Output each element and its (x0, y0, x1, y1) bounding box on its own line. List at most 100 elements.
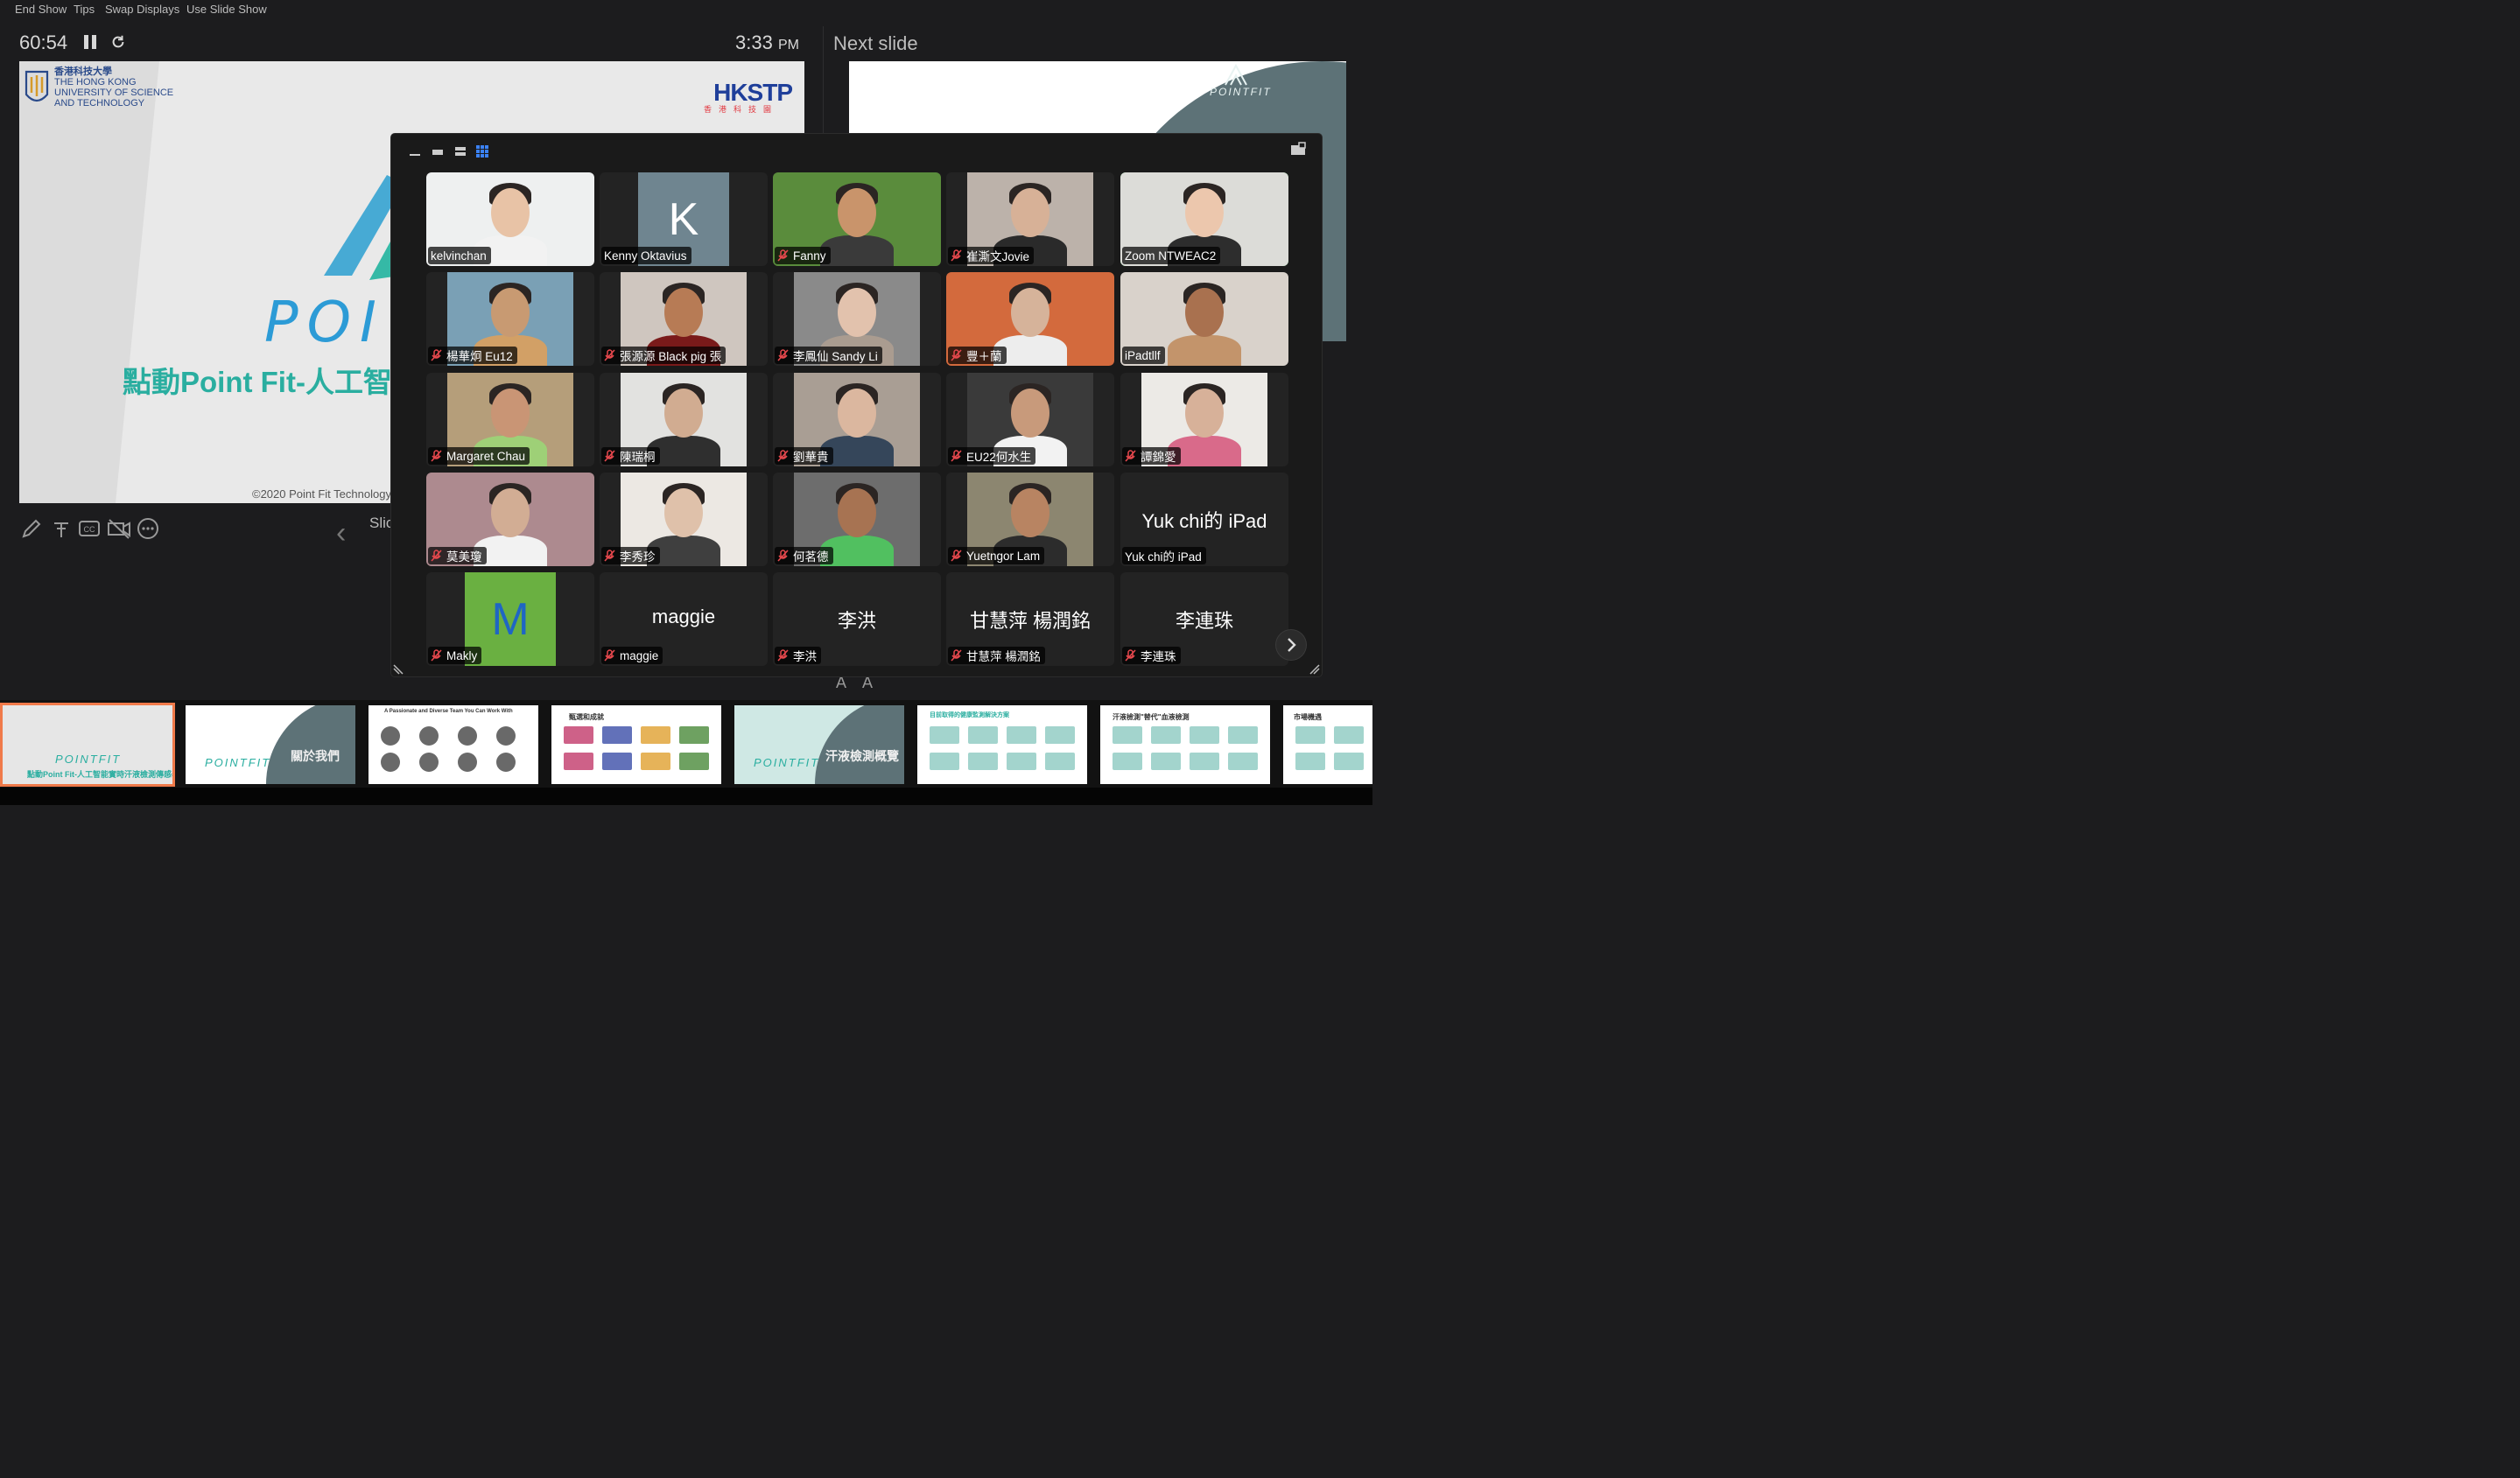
participant-name-tag: 劉華貴 (775, 447, 833, 465)
exit-fullscreen-icon[interactable] (1290, 142, 1306, 156)
bottom-bar (0, 788, 1372, 805)
participant-tile[interactable]: 李鳳仙 Sandy Li (773, 272, 941, 366)
svg-text:CC: CC (84, 525, 95, 534)
participant-name: maggie (620, 648, 659, 662)
participant-name: Makly (446, 648, 478, 662)
muted-mic-icon (431, 349, 442, 361)
participant-name-tag: 李秀珍 (601, 547, 660, 564)
muted-mic-icon (951, 550, 962, 562)
participant-display-name: maggie (651, 606, 716, 627)
participant-name-tag: Fanny (775, 247, 831, 264)
participant-tile[interactable]: 李連珠 李連珠 (1120, 572, 1288, 666)
resize-handle-icon[interactable] (1309, 664, 1320, 675)
participant-name: 譚錦愛 (1141, 451, 1176, 464)
participant-tile[interactable]: 譚錦愛 (1120, 373, 1288, 466)
laser-pointer-icon[interactable] (49, 516, 74, 541)
participant-tile[interactable]: Yuetngor Lam (946, 473, 1114, 566)
thumbnail-content-block (930, 753, 959, 770)
captions-icon[interactable]: CC (77, 516, 102, 541)
gallery-view-icon[interactable] (476, 145, 488, 158)
participant-tile[interactable]: 李洪 李洪 (773, 572, 941, 666)
participant-tile[interactable]: EU22何水生 (946, 373, 1114, 466)
speaker-view-icon[interactable] (454, 145, 467, 158)
thumbnail-content-block (1228, 726, 1258, 744)
thumbnail-title: 市場機遇 (1294, 713, 1322, 721)
pen-icon[interactable] (19, 516, 44, 541)
slide-thumbnail[interactable]: 市場機遇 (1283, 705, 1372, 784)
participant-tile[interactable]: Margaret Chau (426, 373, 594, 466)
participant-tile[interactable]: maggie maggie (600, 572, 768, 666)
thumbnail-content-block (381, 726, 400, 746)
participant-tile[interactable]: 李秀珍 (600, 473, 768, 566)
camera-off-icon[interactable] (107, 516, 131, 541)
participant-tile[interactable]: iPadtllf (1120, 272, 1288, 366)
participant-name: 甘慧萍 楊潤銘 (966, 650, 1041, 663)
use-slide-show-menu[interactable]: Use Slide Show (186, 3, 267, 16)
participant-tile[interactable]: M Makly (426, 572, 594, 666)
thumbnail-content-block (1334, 726, 1364, 744)
participant-tile[interactable]: 豐＋蘭 (946, 272, 1114, 366)
participant-tile[interactable]: Fanny (773, 172, 941, 266)
participant-name-tag: Yuk chi的 iPad (1122, 547, 1206, 564)
participant-name-tag: 楊華炯 Eu12 (428, 347, 517, 364)
hkust-name-en-2: UNIVERSITY OF SCIENCE (54, 88, 174, 98)
clock-ampm: PM (777, 38, 799, 53)
tips-menu[interactable]: Tips (74, 3, 95, 16)
participant-tile[interactable]: K Kenny Oktavius (600, 172, 768, 266)
participant-tile[interactable]: 劉華貴 (773, 373, 941, 466)
participant-tile[interactable]: kelvinchan (426, 172, 594, 266)
participant-tile[interactable]: 張源源 Black pig 張 (600, 272, 768, 366)
participant-face (491, 488, 530, 537)
pause-icon[interactable] (84, 35, 96, 49)
participant-tile[interactable]: Yuk chi的 iPad Yuk chi的 iPad (1120, 473, 1288, 566)
participant-display-name: 李洪 (837, 610, 876, 632)
participant-tile[interactable]: Zoom NTWEAC2 (1120, 172, 1288, 266)
elapsed-timer: 60:54 (19, 32, 68, 53)
reset-timer-icon[interactable] (110, 34, 126, 50)
next-page-button[interactable] (1276, 630, 1306, 660)
slide-thumbnail[interactable]: 汗液檢測"替代"血液檢測 (1100, 705, 1270, 784)
thumbnail-content-block (1007, 726, 1036, 744)
resize-handle-icon[interactable] (393, 664, 404, 675)
swap-displays-menu[interactable]: Swap Displays (105, 3, 179, 16)
slide-thumbnail[interactable]: 目前取得的健康監測解決方案 (917, 705, 1087, 784)
speaker-strip-view-icon[interactable] (432, 145, 444, 158)
participant-face (1185, 188, 1224, 237)
participant-display-name: 李連珠 (1175, 610, 1233, 632)
slide-thumbnail[interactable]: POINTFIT 點動Point Fit-人工智能實時汗液檢測傳感器 (3, 705, 172, 784)
more-options-icon[interactable] (136, 516, 160, 541)
slide-thumbnail[interactable]: A Passionate and Diverse Team You Can Wo… (369, 705, 538, 784)
participant-face (1011, 488, 1049, 537)
minimize-view-icon[interactable] (409, 145, 421, 158)
participant-tile[interactable]: 莫美瓊 (426, 473, 594, 566)
participant-name-tag: Yuetngor Lam (948, 547, 1045, 564)
participant-name: 崔澌文Jovie (966, 250, 1030, 263)
slide-thumbnail[interactable]: POINTFIT 汗液檢測概覽 (734, 705, 904, 784)
previous-slide-icon[interactable]: ‹ (336, 516, 346, 550)
participant-name: 李秀珍 (620, 550, 656, 564)
muted-mic-icon (431, 550, 442, 562)
participant-name-tag: 豐＋蘭 (948, 347, 1007, 364)
participant-tile[interactable]: 陳瑞桐 (600, 373, 768, 466)
font-larger-icon[interactable]: Â (836, 674, 846, 692)
muted-mic-icon (777, 649, 789, 662)
participant-name: kelvinchan (431, 249, 487, 263)
participant-tile[interactable]: 楊華炯 Eu12 (426, 272, 594, 366)
slide-thumbnail[interactable]: POINTFIT 關於我們 (186, 705, 355, 784)
thumbnail-content-block (564, 753, 593, 770)
participant-name: Yuetngor Lam (966, 549, 1041, 563)
participant-name: 劉華貴 (793, 451, 829, 464)
participant-name: 莫美瓊 (446, 550, 482, 564)
participant-tile[interactable]: 何茗德 (773, 473, 941, 566)
participant-face (491, 389, 530, 438)
participant-tile[interactable]: 甘慧萍 楊潤銘 甘慧萍 楊潤銘 (946, 572, 1114, 666)
slide-thumbnail[interactable]: 甄選和成就 (551, 705, 721, 784)
thumbnail-title: 汗液檢測"替代"血液檢測 (1113, 713, 1190, 721)
slide-filmstrip: POINTFIT 點動Point Fit-人工智能實時汗液檢測傳感器 POINTFI… (0, 700, 1372, 788)
muted-mic-icon (777, 450, 789, 462)
end-show-menu[interactable]: End Show (15, 3, 67, 16)
thumbnail-content-block (419, 753, 439, 772)
hkust-name-cn: 香港科技大學 (54, 67, 112, 77)
participant-tile[interactable]: 崔澌文Jovie (946, 172, 1114, 266)
font-smaller-icon[interactable]: Ǎ (862, 674, 873, 692)
